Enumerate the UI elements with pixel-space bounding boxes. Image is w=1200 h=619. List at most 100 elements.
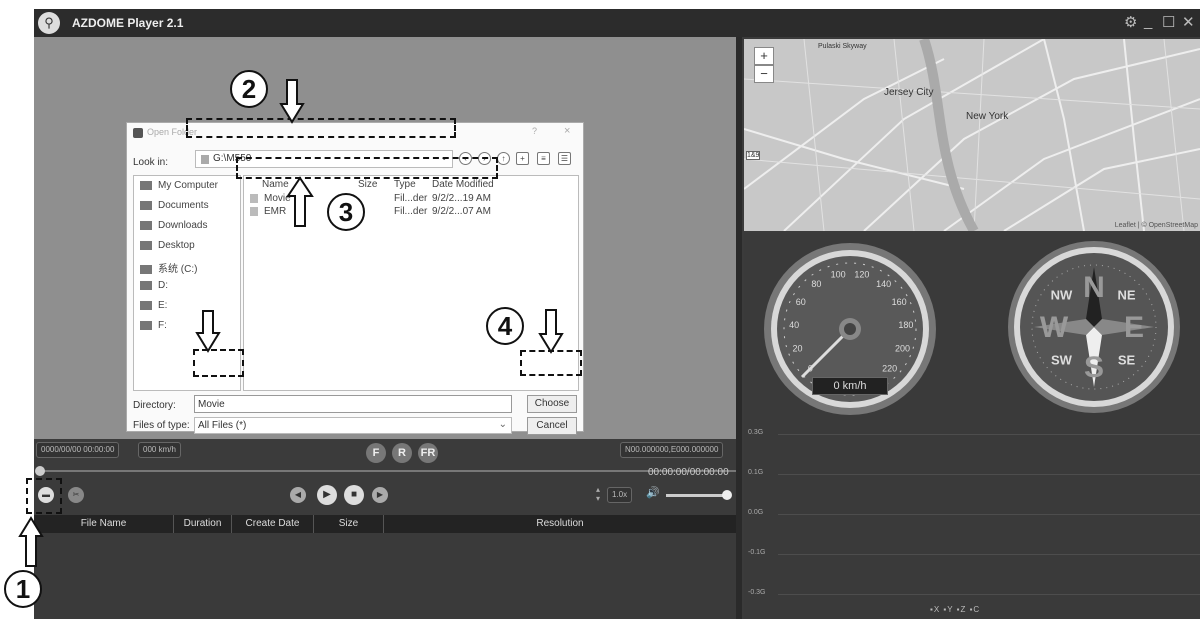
timecode: 00:00:00/00:00:00 <box>648 467 729 478</box>
y-tick-label: 0.1G <box>748 469 764 476</box>
grid-line <box>778 554 1200 555</box>
place-label: D: <box>158 280 168 291</box>
close-icon[interactable]: ✕ <box>1182 13 1195 31</box>
volume-handle[interactable] <box>722 490 732 500</box>
column-size[interactable]: Size <box>358 179 377 190</box>
drive-icon <box>140 320 152 330</box>
pin-icon: ⚲ <box>38 12 60 34</box>
map-label: New York <box>966 111 1009 122</box>
compass-letter: SW <box>1051 353 1073 368</box>
settings-icon[interactable]: ⚙ <box>1124 13 1137 31</box>
minimize-icon[interactable]: _ <box>1144 13 1152 30</box>
step-1-badge: 1 <box>4 570 42 608</box>
step-4-badge: 4 <box>486 307 524 345</box>
highlight-directory <box>193 349 244 377</box>
compass-letter: SE <box>1118 353 1136 368</box>
scissors-icon[interactable]: ✂ <box>68 487 84 503</box>
directory-label: Directory: <box>133 400 176 411</box>
th-file-name[interactable]: File Name <box>34 515 174 533</box>
dialog-close-button[interactable]: × <box>564 125 570 137</box>
files-of-type-label: Files of type: <box>133 420 190 431</box>
down-arrow-icon <box>195 310 221 353</box>
place-drive-d[interactable]: D: <box>140 280 168 291</box>
new-folder-icon[interactable]: + <box>516 152 529 165</box>
parent-folder-icon[interactable]: ↑ <box>497 152 510 165</box>
place-documents[interactable]: Documents <box>140 200 209 211</box>
cancel-button[interactable]: Cancel <box>527 417 577 435</box>
seek-bar[interactable] <box>38 470 736 472</box>
place-drive-c[interactable]: 系统 (C:) <box>140 260 197 275</box>
volume-slider[interactable] <box>666 494 728 497</box>
rear-camera-button[interactable]: R <box>392 443 412 463</box>
highlight-movie-row <box>236 157 498 179</box>
th-resolution[interactable]: Resolution <box>384 515 736 533</box>
compass-letter: S <box>1084 351 1104 384</box>
place-label: My Computer <box>158 180 219 191</box>
column-type[interactable]: Type <box>394 179 416 190</box>
drive-icon <box>140 264 152 274</box>
drive-icon <box>140 300 152 310</box>
compass: N NE E SE S SW W NW <box>1008 241 1180 413</box>
stop-icon[interactable]: ■ <box>344 485 364 505</box>
map-streets <box>744 39 1200 231</box>
y-tick-label: -0.1G <box>748 549 766 556</box>
highlight-open-folder <box>26 478 62 514</box>
coords-display: N00.000000,E000.000000 <box>620 442 724 458</box>
speed-display: 000 km/h <box>138 442 181 458</box>
playback-rate[interactable]: 1.0x <box>607 487 633 503</box>
file-row-emr[interactable]: EMR <box>250 206 286 217</box>
folder-icon <box>133 128 143 138</box>
next-icon[interactable]: ▶ <box>372 487 388 503</box>
zoom-out-button[interactable]: − <box>754 65 774 83</box>
front-camera-button[interactable]: F <box>366 443 386 463</box>
place-desktop[interactable]: Desktop <box>140 240 195 251</box>
rate-stepper-icon[interactable]: ▴ ▾ <box>596 485 600 503</box>
grid-line <box>778 514 1200 515</box>
chart-legend: ▪X ▪Y ▪Z ▪C <box>930 605 981 614</box>
compass-letter: N <box>1083 271 1105 304</box>
play-icon[interactable]: ▶ <box>317 485 337 505</box>
directory-input[interactable]: Movie <box>194 395 512 413</box>
place-downloads[interactable]: Downloads <box>140 220 207 231</box>
files-of-type-select[interactable]: All Files (*) ⌄ <box>194 417 512 434</box>
file-date: 9/2/2...19 AM <box>432 193 491 204</box>
up-arrow-icon <box>18 516 44 567</box>
choose-button[interactable]: Choose <box>527 395 577 413</box>
grid-line <box>778 594 1200 595</box>
th-size[interactable]: Size <box>314 515 384 533</box>
column-date[interactable]: Date Modified <box>432 179 494 190</box>
place-drive-e[interactable]: E: <box>140 300 167 311</box>
gauges-panel: 0 20 40 60 80 100 120 140 160 180 200 220 0 km/h NN… <box>744 233 1200 423</box>
datetime-display: 0000/00/00 00:00:00 <box>36 442 120 458</box>
place-my-computer[interactable]: My Computer <box>140 180 218 191</box>
file-row-movie[interactable]: Movie <box>250 193 291 204</box>
y-tick-label: 0.0G <box>748 509 764 516</box>
front-rear-button[interactable]: FR <box>418 443 438 463</box>
panel-divider[interactable] <box>736 37 742 619</box>
file-table-header: File Name Duration Create Date Size Reso… <box>34 515 736 533</box>
down-arrow-icon <box>279 79 305 124</box>
th-duration[interactable]: Duration <box>174 515 232 533</box>
seek-handle[interactable] <box>35 466 45 476</box>
detail-view-icon[interactable]: ☰ <box>558 152 571 165</box>
file-table-body[interactable] <box>34 533 736 619</box>
zoom-in-button[interactable]: + <box>754 47 774 65</box>
drive-icon <box>201 155 209 164</box>
grid-line <box>778 474 1200 475</box>
place-drive-f[interactable]: F: <box>140 320 167 331</box>
down-arrow-icon <box>538 309 564 354</box>
maximize-icon[interactable]: ☐ <box>1162 13 1175 31</box>
compass-letter: E <box>1124 311 1144 344</box>
map-panel[interactable]: Pulaski Skyway Jersey City New York 1&9 … <box>744 39 1200 231</box>
th-create-date[interactable]: Create Date <box>232 515 314 533</box>
place-label: Documents <box>158 200 209 211</box>
list-view-icon[interactable]: ≡ <box>537 152 550 165</box>
video-area[interactable]: Open Folder ? × Look in: G:\M550 ⌄ ‹ › ↑… <box>34 37 736 439</box>
column-name[interactable]: Name <box>262 179 289 190</box>
map-label: Pulaski Skyway <box>818 43 867 50</box>
map-attribution: Leaflet | © OpenStreetMap <box>1114 222 1198 229</box>
file-type: Fil...der <box>394 206 428 217</box>
previous-icon[interactable]: ◀ <box>290 487 306 503</box>
help-button[interactable]: ? <box>532 126 537 136</box>
volume-icon[interactable]: 🔊 <box>646 486 660 499</box>
